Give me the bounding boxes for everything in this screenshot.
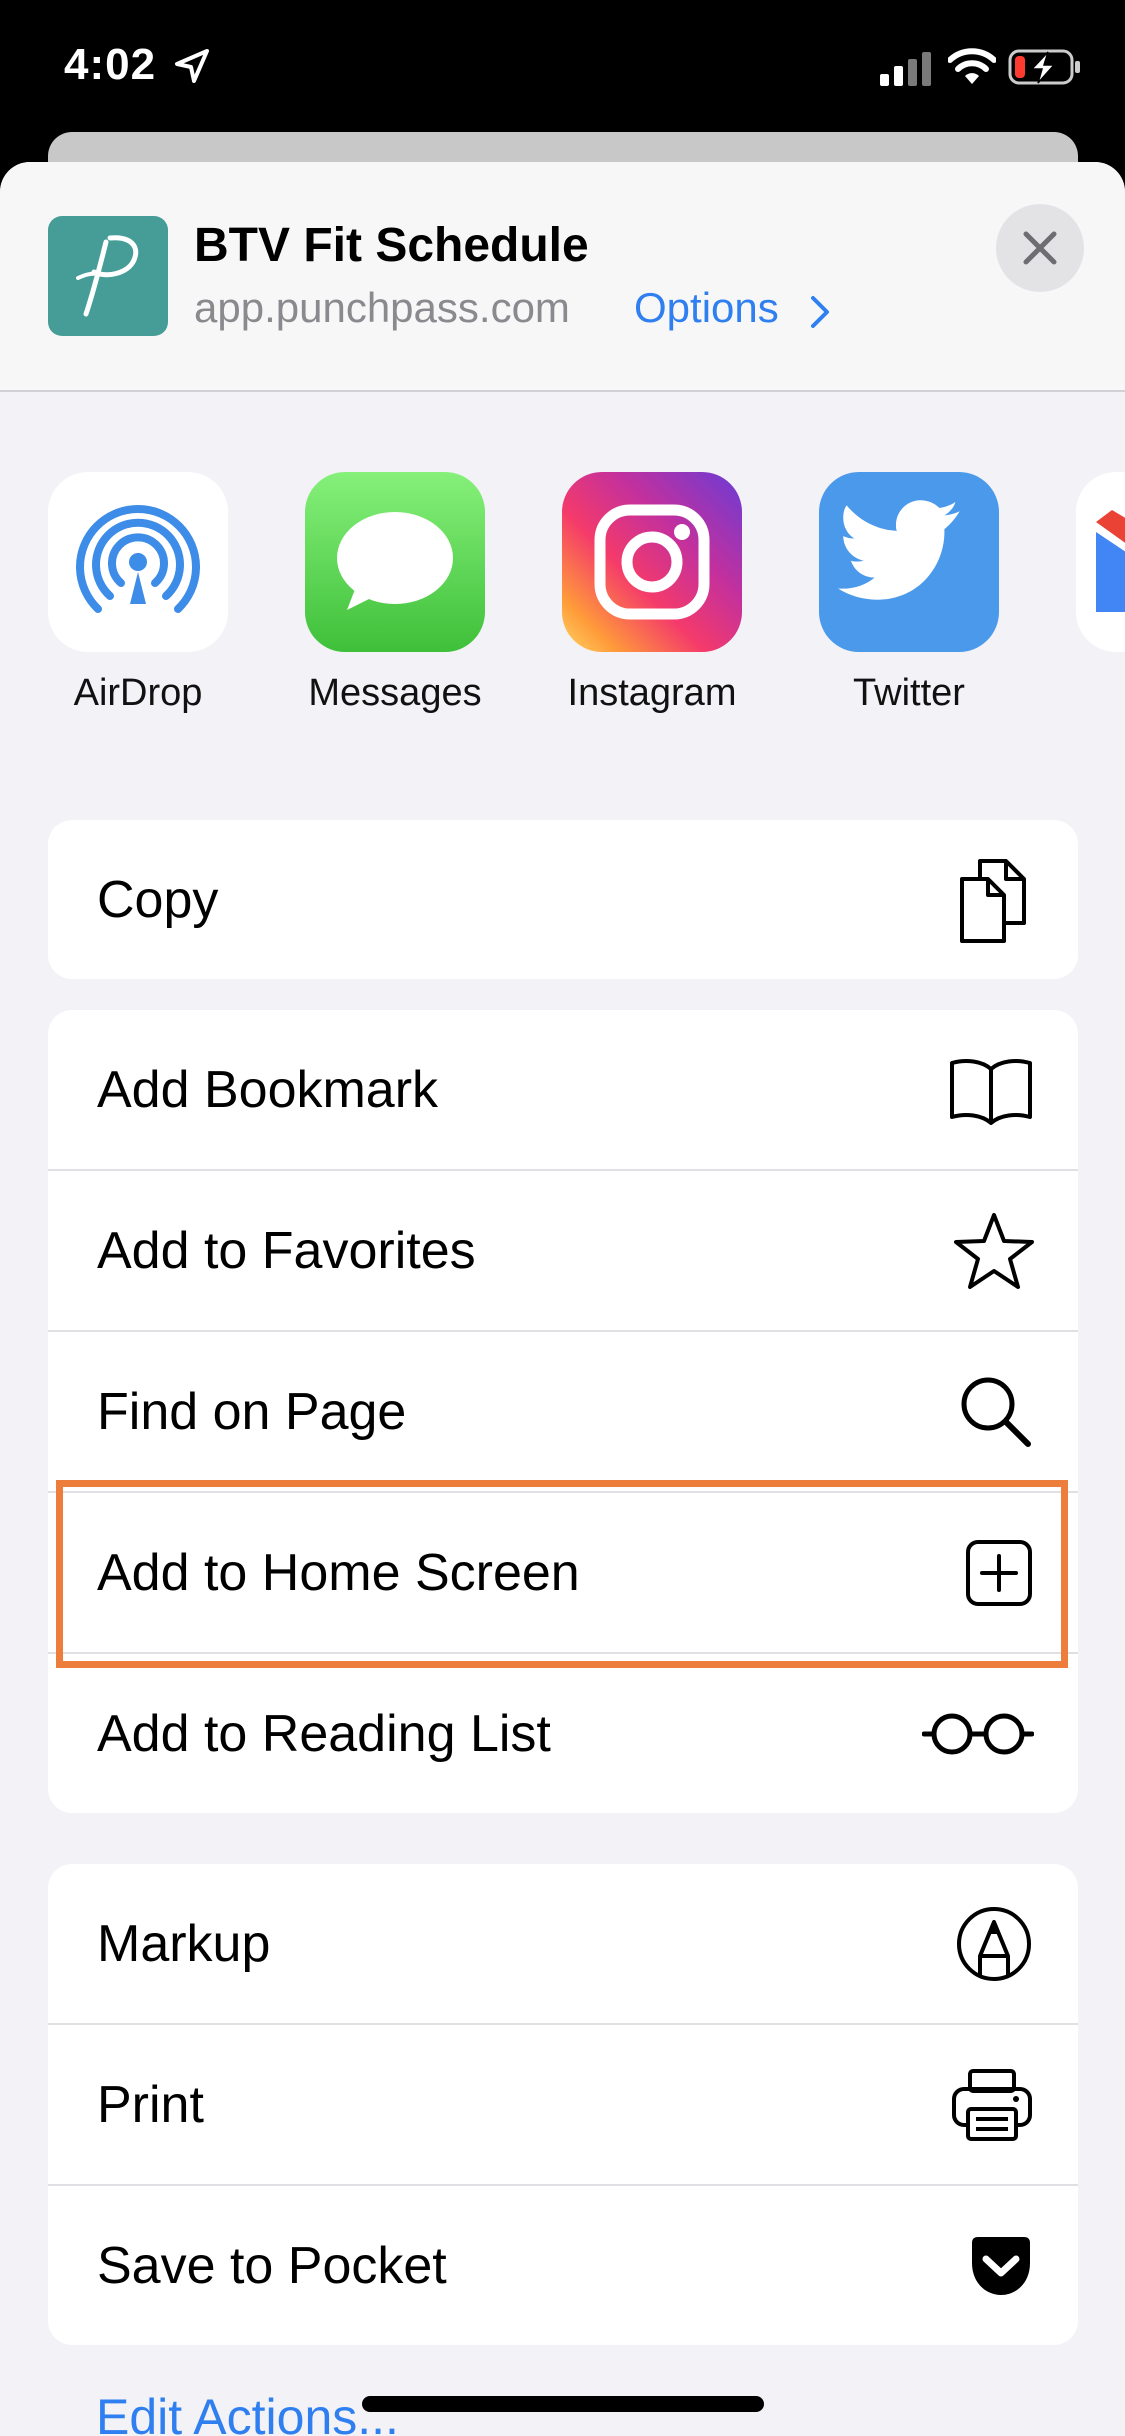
signal-icon [880,52,931,86]
chevron-right-icon[interactable] [808,294,832,330]
wifi-icon [948,48,996,84]
action-group-extensions: Markup Print Save to Pocket [48,1864,1078,2345]
action-label: Print [97,2075,204,2134]
share-app-label: AirDrop [73,672,203,714]
action-label: Markup [97,1914,271,1973]
gmail-icon [1076,472,1125,652]
action-label: Add to Reading List [97,1704,551,1763]
action-add-to-reading-list[interactable]: Add to Reading List [48,1654,1078,1813]
airdrop-icon [48,472,228,652]
share-app-messages[interactable]: Messages [305,472,485,715]
action-add-to-home-screen[interactable]: Add to Home Screen [48,1493,1078,1654]
action-print[interactable]: Print [48,2025,1078,2186]
action-save-to-pocket[interactable]: Save to Pocket [48,2186,1078,2345]
home-indicator[interactable] [362,2396,764,2412]
share-sheet: BTV Fit Schedule app.punchpass.com Optio… [0,162,1125,2436]
share-app-label: Messages [308,672,482,714]
action-label: Copy [97,870,219,929]
star-icon [954,1212,1034,1289]
action-label: Add to Favorites [97,1221,476,1280]
status-bar: 4:02 [0,0,1125,130]
book-icon [950,1058,1032,1125]
share-app-twitter[interactable]: Twitter [819,472,999,715]
action-label: Add Bookmark [97,1060,439,1119]
page-title: BTV Fit Schedule [194,219,589,272]
action-copy[interactable]: Copy [48,820,1078,979]
copy-icon [960,858,1026,943]
instagram-icon [562,472,742,652]
share-app-airdrop[interactable]: AirDrop [48,472,228,715]
close-icon [1023,231,1057,265]
twitter-icon [819,472,999,652]
action-label: Find on Page [97,1382,407,1441]
share-app-gmail[interactable]: G [1076,472,1125,715]
edit-actions-link[interactable]: Edit Actions... [96,2388,399,2436]
share-app-label: Twitter [853,672,965,714]
location-arrow-icon [175,49,209,83]
action-find-on-page[interactable]: Find on Page [48,1332,1078,1493]
action-group-copy: Copy [48,820,1078,979]
action-label: Save to Pocket [97,2236,447,2295]
action-group-safari: Add Bookmark Add to Favorites Find on Pa… [48,1010,1078,1813]
status-time: 4:02 [64,40,157,89]
page-domain: app.punchpass.com [194,284,570,331]
glasses-icon [922,1713,1034,1754]
options-link[interactable]: Options [634,284,779,332]
share-app-instagram[interactable]: Instagram [562,472,742,715]
action-label: Add to Home Screen [97,1543,580,1602]
share-apps-row: AirDrop Messages Instagram Twitter [0,472,1125,715]
messages-icon [305,472,485,652]
close-button[interactable] [996,204,1084,292]
punchpass-logo-icon [76,235,139,317]
action-markup[interactable]: Markup [48,1864,1078,2025]
share-app-label: Instagram [567,672,737,714]
printer-icon [952,2068,1032,2141]
add-square-icon [966,1539,1032,1606]
search-icon [961,1377,1031,1447]
battery-charging-icon [1008,49,1080,85]
pocket-icon [972,2236,1030,2295]
action-add-bookmark[interactable]: Add Bookmark [48,1010,1078,1171]
markup-pen-icon [957,1906,1031,1981]
site-icon [48,216,168,336]
share-sheet-header: BTV Fit Schedule app.punchpass.com Optio… [0,162,1125,392]
action-add-to-favorites[interactable]: Add to Favorites [48,1171,1078,1332]
share-app-label: G [1076,672,1125,715]
